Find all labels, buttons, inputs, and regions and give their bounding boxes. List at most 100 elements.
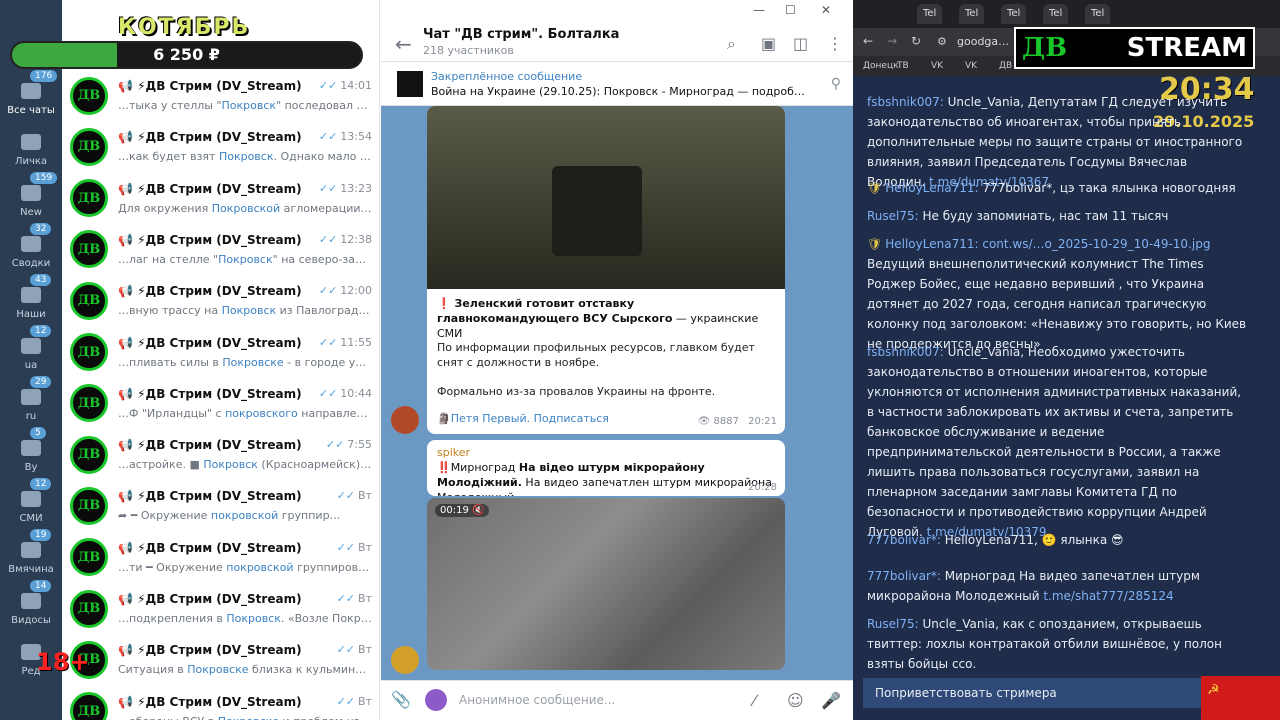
chat-username[interactable]: fsbshnik007: bbox=[867, 95, 944, 109]
mute-icon[interactable]: 🔇 bbox=[472, 505, 484, 516]
chat-avatar: ДВ bbox=[70, 692, 108, 720]
send-as-avatar[interactable] bbox=[425, 689, 447, 711]
chat-list-item[interactable]: ДВ 📢 ⚡ДВ Стрим (DV_Stream) ✓✓Вт …обороны ВС… bbox=[62, 686, 379, 720]
chat-username[interactable]: 777bolivar*: bbox=[867, 533, 941, 547]
folder-3[interactable]: Сводки 32 bbox=[0, 219, 62, 269]
chat-link[interactable]: t.me/shat777/285124 bbox=[1043, 589, 1173, 603]
chat-list-item[interactable]: ДВ 📢 ⚡ДВ Стрим (DV_Stream) ✓✓ Вт Ситуация в … bbox=[62, 634, 379, 685]
folder-1[interactable]: Личка bbox=[0, 117, 62, 167]
reload-icon[interactable]: ↻ bbox=[911, 34, 921, 48]
comments-icon[interactable]: ▣ bbox=[761, 34, 776, 53]
screen: Все чаты 176 Личка New 159 Сводки 32 Наши 43 ua 12… bbox=[0, 0, 1280, 720]
user-avatar-spiker[interactable] bbox=[391, 646, 419, 674]
chat-list-item[interactable]: ДВ 📢 ⚡ДВ Стрим (DV_Stream) ✓✓ 7:55 …астройке… bbox=[62, 429, 379, 480]
folder-0[interactable]: Все чаты 176 bbox=[0, 66, 62, 116]
video-attachment[interactable]: 00:19 🔇 bbox=[427, 498, 785, 670]
message-time: 20:28 bbox=[748, 482, 777, 493]
conversation-title[interactable]: Чат "ДВ стрим". Болталка bbox=[423, 27, 619, 42]
post-headline: ❗ Зеленский готовит отставку главнокоман… bbox=[437, 296, 777, 341]
chat-preview: …лаг на стелле "Покровск" на северо-запа… bbox=[118, 253, 372, 266]
post-photo[interactable] bbox=[427, 106, 785, 289]
chat-name: 📢 ⚡ДВ Стрим (DV_Stream) bbox=[118, 438, 302, 453]
microphone-icon[interactable]: 🎤 bbox=[821, 691, 841, 710]
chat-list-item[interactable]: ДВ 📢 ⚡ДВ Стрим (DV_Stream) ✓✓ Вт ➦ ━ Окружен… bbox=[62, 480, 379, 531]
pinned-message-bar[interactable]: Закреплённое сообщение Война на Украине … bbox=[381, 62, 853, 106]
bookmark[interactable]: VK bbox=[965, 61, 977, 71]
chat-username[interactable]: Rusel75: bbox=[867, 617, 919, 631]
folder-icon bbox=[21, 236, 41, 252]
maximize-icon[interactable]: ☐ bbox=[785, 3, 796, 17]
folder-10[interactable]: Видосы 14 bbox=[0, 576, 62, 626]
chat-time-value: 12:38 bbox=[340, 232, 372, 246]
user-avatar[interactable] bbox=[391, 406, 419, 434]
back-icon[interactable]: ← bbox=[863, 34, 873, 48]
chat-list-item[interactable]: ДВ 📢 ⚡ДВ Стрим (DV_Stream) ✓✓ 12:38 …лаг на … bbox=[62, 224, 379, 275]
folder-9[interactable]: Вмячина 19 bbox=[0, 525, 62, 575]
browser-tab[interactable]: Tel bbox=[959, 4, 985, 24]
minimize-icon[interactable]: — bbox=[753, 3, 765, 17]
back-arrow-icon[interactable]: ← bbox=[395, 32, 412, 56]
greet-streamer-input[interactable]: Поприветствовать стримера bbox=[863, 678, 1223, 708]
close-icon[interactable]: ✕ bbox=[821, 3, 831, 17]
chat-list-item[interactable]: ДВ 📢 ⚡ДВ Стрим (DV_Stream) ✓✓ 11:55 …пливать… bbox=[62, 327, 379, 378]
chat-preview: Для окружения Покровской агломерации про… bbox=[118, 202, 372, 215]
folder-unread-badge: 43 bbox=[30, 274, 52, 286]
chat-top-line: 📢 ⚡ДВ Стрим (DV_Stream) ✓✓ Вт bbox=[118, 592, 372, 606]
folder-8[interactable]: СМИ 12 bbox=[0, 474, 62, 524]
bookmark[interactable]: ТВ bbox=[897, 61, 909, 71]
chat-name: 📢 ⚡ДВ Стрим (DV_Stream) bbox=[118, 592, 302, 606]
folder-7[interactable]: By 5 bbox=[0, 423, 62, 473]
commands-icon[interactable]: ⁄ bbox=[753, 691, 756, 710]
chat-list-item[interactable]: ДВ 📢 ⚡ДВ Стрим (DV_Stream) ✓✓ 10:44 …Ф "Ирла… bbox=[62, 378, 379, 429]
folder-6[interactable]: ru 29 bbox=[0, 372, 62, 422]
more-menu-icon[interactable]: ⋮ bbox=[827, 34, 843, 53]
browser-tab[interactable]: Tel bbox=[1085, 4, 1111, 24]
forward-icon[interactable]: → bbox=[887, 34, 897, 48]
browser-tab[interactable]: Tel bbox=[1043, 4, 1069, 24]
url-field[interactable]: goodga… bbox=[957, 35, 1009, 48]
preview-post: направлени… bbox=[301, 406, 372, 420]
bookmark[interactable]: VK bbox=[931, 61, 943, 71]
chat-list-item[interactable]: ДВ 📢 ⚡ДВ Стрим (DV_Stream) ✓✓ 12:00 …вную тр… bbox=[62, 275, 379, 326]
chat-list-item[interactable]: ДВ 📢 ⚡ДВ Стрим (DV_Stream) ✓✓ Вт …ти ━ Окруж… bbox=[62, 532, 379, 583]
chat-list-item[interactable]: ДВ 📢 ⚡ДВ Стрим (DV_Stream) ✓✓ Вт …подкреплен… bbox=[62, 583, 379, 634]
search-icon[interactable]: ⌕ bbox=[727, 34, 736, 54]
preview-pre: ➦ ━ Окружение bbox=[118, 509, 211, 523]
read-check-icon: ✓✓ bbox=[336, 489, 356, 503]
chat-username[interactable]: HelloyLena711: bbox=[885, 181, 978, 195]
chat-body: 📢 ⚡ДВ Стрим (DV_Stream) ✓✓Вт …обороны ВСУ … bbox=[118, 695, 372, 720]
pin-list-icon[interactable]: ⚲ bbox=[831, 76, 841, 92]
sidebar-toggle-icon[interactable]: ◫ bbox=[793, 34, 808, 53]
chat-username[interactable]: Rusel75: bbox=[867, 209, 919, 223]
preview-highlight: Покровск bbox=[221, 99, 277, 112]
folder-5[interactable]: ua 12 bbox=[0, 321, 62, 371]
message-spiker[interactable]: spiker ‼️Мирноград На відео штурм мікрор… bbox=[427, 440, 785, 496]
attach-icon[interactable]: 📎 bbox=[391, 690, 411, 709]
channel-post[interactable]: ❗ Зеленский готовит отставку главнокоман… bbox=[427, 106, 785, 434]
chat-list-item[interactable]: ДВ 📢 ⚡ДВ Стрим (DV_Stream) ✓✓ 14:01 …тыка у … bbox=[62, 70, 379, 121]
bookmark[interactable]: ДВ bbox=[999, 61, 1012, 71]
chat-username[interactable]: fsbshnik007: bbox=[867, 345, 944, 359]
chat-username[interactable]: 777bolivar*: bbox=[867, 569, 941, 583]
preview-post: группиров… bbox=[293, 560, 370, 574]
chat-link[interactable]: cont.ws/…o_2025-10-29_10-49-10.jpg bbox=[982, 237, 1210, 251]
chat-preview: ➦ ━ Окружение покровской группир… bbox=[118, 509, 372, 522]
browser-window: Tel Tel Tel Tel Tel ← → ↻ ⚙ goodga… Донецк ТВ… bbox=[853, 0, 1280, 720]
folder-unread-badge: 12 bbox=[30, 325, 52, 337]
subscribe-link[interactable]: 🗿Петя Первый. Подписаться bbox=[437, 412, 609, 425]
browser-tab[interactable]: Tel bbox=[917, 4, 943, 24]
chat-list-item[interactable]: ДВ 📢 ⚡ДВ Стрим (DV_Stream) ✓✓ 13:23 Для окру… bbox=[62, 173, 379, 224]
chat-list-item[interactable]: ДВ 📢 ⚡ДВ Стрим (DV_Stream) ✓✓ 13:54 …как буд… bbox=[62, 121, 379, 172]
chat-name: 📢 ⚡ДВ Стрим (DV_Stream) bbox=[118, 489, 302, 504]
emoji-icon[interactable]: ☺ bbox=[787, 691, 804, 710]
chat-username[interactable]: HelloyLena711: bbox=[885, 237, 978, 251]
read-check-icon: ✓✓ bbox=[336, 694, 356, 708]
message-author[interactable]: spiker bbox=[437, 446, 470, 459]
chat-time: ✓✓ 13:23 bbox=[319, 182, 372, 196]
message-input[interactable]: Анонимное сообщение... bbox=[459, 693, 615, 707]
folder-4[interactable]: Наши 43 bbox=[0, 270, 62, 320]
site-info-icon[interactable]: ⚙ bbox=[937, 35, 947, 48]
folder-2[interactable]: New 159 bbox=[0, 168, 62, 218]
browser-tab[interactable]: Tel bbox=[1001, 4, 1027, 24]
bookmark[interactable]: Донецк bbox=[863, 61, 899, 71]
